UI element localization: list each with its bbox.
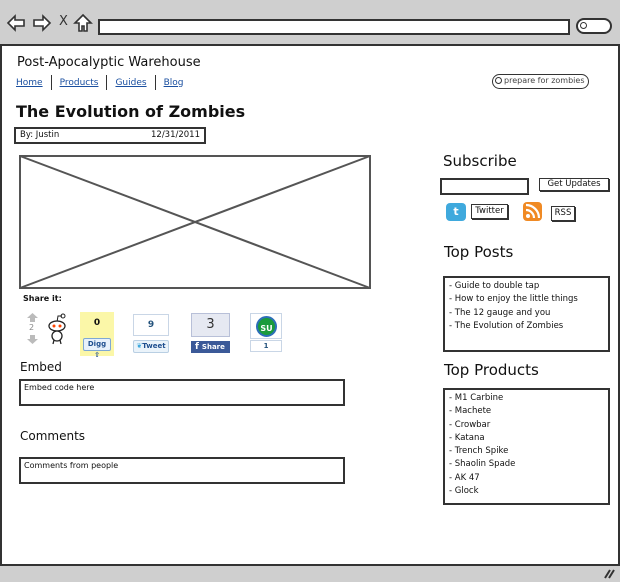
top-product-item[interactable]: - Trench Spike xyxy=(449,445,604,458)
embed-code-text: Embed code here xyxy=(24,383,95,392)
nav-products[interactable]: Products xyxy=(60,78,99,88)
digg-button[interactable]: Digg ⇧ xyxy=(83,338,111,359)
embed-code-field[interactable]: Embed code here xyxy=(19,379,345,406)
rss-button[interactable]: RSS xyxy=(551,206,575,221)
image-placeholder xyxy=(19,155,371,289)
top-post-item[interactable]: - How to enjoy the little things xyxy=(449,293,604,306)
share-label: Share it: xyxy=(23,294,62,303)
arrow-right-icon[interactable] xyxy=(32,13,52,33)
site-title: Post-Apocalyptic Warehouse xyxy=(17,55,201,70)
reddit-alien-icon[interactable] xyxy=(46,313,68,345)
top-product-item[interactable]: - Shaolin Spade xyxy=(449,458,604,471)
top-product-item[interactable]: - Machete xyxy=(449,405,604,418)
top-post-item[interactable]: - The Evolution of Zombies xyxy=(449,320,604,333)
subscribe-email-input[interactable] xyxy=(440,178,529,195)
arrow-left-icon[interactable] xyxy=(6,13,26,33)
facebook-share-label: Share xyxy=(201,343,225,351)
top-product-item[interactable]: - Glock xyxy=(449,485,604,498)
resize-grip-icon[interactable] xyxy=(604,569,615,579)
nav-divider xyxy=(50,75,52,90)
post-title: The Evolution of Zombies xyxy=(16,102,246,121)
embed-heading: Embed xyxy=(20,360,62,374)
nav-divider xyxy=(154,75,156,90)
top-product-item[interactable]: - Crowbar xyxy=(449,419,604,432)
reddit-vote-widget: 2 xyxy=(26,313,40,345)
top-posts-heading: Top Posts xyxy=(444,243,514,261)
post-byline: By: Justin 12/31/2011 xyxy=(14,127,206,144)
stumbleupon-logo-box[interactable]: SU xyxy=(250,313,282,339)
subscribe-heading: Subscribe xyxy=(443,152,517,170)
tweet-button[interactable]: ❦Tweet xyxy=(133,340,169,353)
search-icon xyxy=(580,22,587,29)
top-product-item[interactable]: - M1 Carbine xyxy=(449,392,604,405)
stop-button[interactable]: X xyxy=(59,14,68,29)
twitter-button[interactable]: Twitter xyxy=(471,204,508,219)
twitter-icon[interactable]: t xyxy=(446,203,466,221)
top-product-item[interactable]: - AK 47 xyxy=(449,472,604,485)
nav-guides[interactable]: Guides xyxy=(115,78,146,88)
site-search-input[interactable]: prepare for zombies xyxy=(492,74,589,89)
browser-search-field[interactable] xyxy=(576,18,612,34)
stumbleupon-count: 1 xyxy=(250,340,282,352)
tweet-count: 9 xyxy=(133,314,169,336)
top-products-list: - M1 Carbine - Machete - Crowbar - Katan… xyxy=(443,388,610,505)
digg-widget: 0 Digg ⇧ xyxy=(80,312,114,359)
downvote-icon[interactable] xyxy=(27,335,38,344)
search-icon xyxy=(495,77,502,84)
facebook-count: 3 xyxy=(191,313,230,337)
post-author: By: Justin xyxy=(20,130,60,140)
nav-blog[interactable]: Blog xyxy=(164,78,184,88)
browser-status-bar xyxy=(0,564,620,582)
url-bar[interactable] xyxy=(98,19,570,35)
upvote-icon[interactable] xyxy=(27,313,38,322)
facebook-share-button[interactable]: f Share xyxy=(191,341,230,353)
nav-divider xyxy=(106,75,108,90)
top-post-item[interactable]: - Guide to double tap xyxy=(449,280,604,293)
top-post-item[interactable]: - The 12 gauge and you xyxy=(449,307,604,320)
home-icon[interactable] xyxy=(73,13,93,33)
browser-toolbar: X xyxy=(0,0,620,46)
digg-count: 0 xyxy=(93,318,101,328)
stumbleupon-icon: SU xyxy=(256,316,277,337)
nav-home[interactable]: Home xyxy=(16,78,43,88)
top-product-item[interactable]: - Katana xyxy=(449,432,604,445)
tweet-button-label: Tweet xyxy=(142,342,166,350)
facebook-icon: f xyxy=(195,342,199,352)
comments-text: Comments from people xyxy=(24,461,119,470)
rss-icon[interactable] xyxy=(523,202,542,221)
reddit-score: 2 xyxy=(29,323,35,332)
top-products-heading: Top Products xyxy=(444,361,539,379)
post-date: 12/31/2011 xyxy=(151,130,200,140)
top-posts-list: - Guide to double tap - How to enjoy the… xyxy=(443,276,610,352)
main-nav: Home Products Guides Blog xyxy=(16,75,183,90)
digg-button-label: Digg xyxy=(87,340,107,348)
get-updates-button[interactable]: Get Updates xyxy=(539,178,609,191)
site-search-placeholder: prepare for zombies xyxy=(504,76,585,85)
comments-heading: Comments xyxy=(20,429,86,443)
comments-field[interactable]: Comments from people xyxy=(19,457,345,484)
